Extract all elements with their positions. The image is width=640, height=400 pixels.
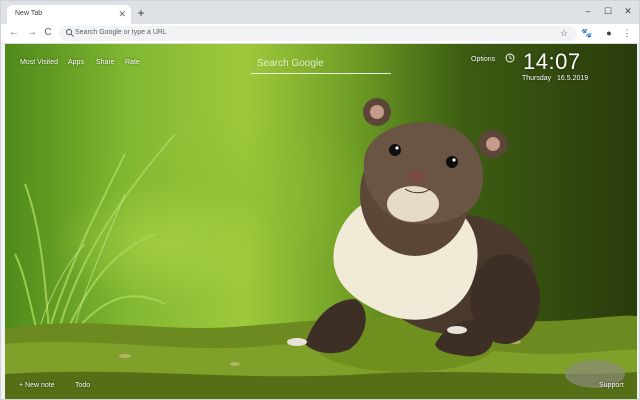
clock-weekday: Thursday <box>522 75 552 82</box>
omnibox[interactable]: Search Google or type a URL ☆ <box>59 26 577 41</box>
tab-strip: New Tab ✕ + – ☐ ✕ <box>1 1 639 24</box>
search-input[interactable]: Search Google <box>251 54 391 74</box>
paw-extension-icon[interactable]: 🐾 <box>581 27 593 39</box>
bookmark-star-icon[interactable]: ☆ <box>560 27 568 40</box>
most-visited-link[interactable]: Most Visited <box>20 59 58 66</box>
options-link[interactable]: Options <box>471 56 495 63</box>
close-window-button[interactable]: ✕ <box>617 4 639 18</box>
animal-photo <box>287 98 540 357</box>
profile-icon[interactable]: ● <box>603 27 615 39</box>
clock-date: 16.5.2019 <box>557 75 589 82</box>
new-tab-button[interactable]: + <box>134 6 148 20</box>
rate-link[interactable]: Rate <box>125 59 140 66</box>
forward-button[interactable]: → <box>25 26 39 40</box>
close-icon[interactable]: ✕ <box>118 8 126 20</box>
minimize-button[interactable]: – <box>577 4 599 18</box>
search-placeholder: Search Google <box>257 58 324 69</box>
clock-icon[interactable] <box>505 53 515 63</box>
wallpaper-image <box>5 98 637 399</box>
back-button[interactable]: ← <box>7 26 21 40</box>
maximize-button[interactable]: ☐ <box>597 4 619 18</box>
tab-new-tab[interactable]: New Tab ✕ <box>7 5 131 24</box>
search-icon <box>65 28 74 37</box>
new-note-button[interactable]: + New note <box>19 382 55 389</box>
clock-time: 14:07 <box>523 49 581 74</box>
new-tab-page: Most Visited Apps Share Rate Search Goog… <box>5 44 637 399</box>
reload-button[interactable]: C <box>41 26 55 40</box>
share-link[interactable]: Share <box>96 59 115 66</box>
support-link[interactable]: Support <box>599 382 624 389</box>
browser-window: New Tab ✕ + – ☐ ✕ ← → C Search Google or… <box>0 0 640 400</box>
apps-link[interactable]: Apps <box>68 59 84 66</box>
tab-title: New Tab <box>15 10 43 17</box>
omnibox-placeholder: Search Google or type a URL <box>75 29 167 36</box>
toolbar: ← → C Search Google or type a URL ☆ 🐾 ● … <box>1 24 639 44</box>
menu-icon[interactable]: ⋮ <box>621 27 633 39</box>
todo-button[interactable]: Todo <box>75 382 90 389</box>
